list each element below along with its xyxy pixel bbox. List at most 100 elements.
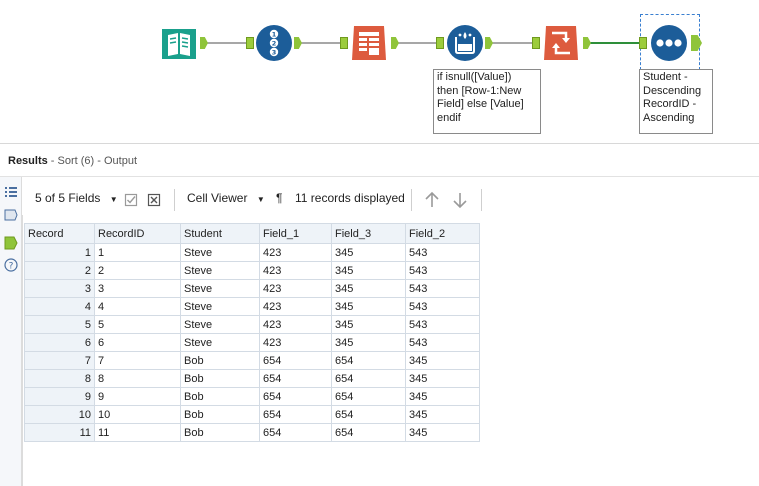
cell-field-1[interactable]: 654 bbox=[259, 351, 332, 370]
cell-record[interactable]: 5 bbox=[24, 315, 95, 334]
cell-student[interactable]: Steve bbox=[180, 261, 260, 280]
help-icon[interactable]: ? bbox=[4, 258, 18, 272]
table-row[interactable]: 5 5 Steve 423 345 543 bbox=[24, 315, 480, 334]
column-header-field-1[interactable]: Field_1 bbox=[259, 223, 332, 244]
input-anchor-icon[interactable] bbox=[4, 208, 18, 222]
table-row[interactable]: 1 1 Steve 423 345 543 bbox=[24, 243, 480, 262]
cell-record[interactable]: 6 bbox=[24, 333, 95, 352]
cell-recordid[interactable]: 5 bbox=[94, 315, 181, 334]
cell-field-1[interactable]: 654 bbox=[259, 369, 332, 388]
cell-record[interactable]: 8 bbox=[24, 369, 95, 388]
column-header-record[interactable]: Record bbox=[24, 223, 95, 244]
column-header-recordid[interactable]: RecordID bbox=[94, 223, 181, 244]
cell-field-1[interactable]: 423 bbox=[259, 243, 332, 262]
cell-field-2[interactable]: 543 bbox=[405, 243, 480, 262]
input-anchor[interactable] bbox=[436, 37, 444, 49]
cell-record[interactable]: 1 bbox=[24, 243, 95, 262]
table-row[interactable]: 4 4 Steve 423 345 543 bbox=[24, 297, 480, 316]
cell-recordid[interactable]: 6 bbox=[94, 333, 181, 352]
cell-record[interactable]: 10 bbox=[24, 405, 95, 424]
cell-field-2[interactable]: 543 bbox=[405, 261, 480, 280]
cell-recordid[interactable]: 2 bbox=[94, 261, 181, 280]
cell-field-2[interactable]: 543 bbox=[405, 279, 480, 298]
cell-field-1[interactable]: 423 bbox=[259, 279, 332, 298]
cell-field-1[interactable]: 423 bbox=[259, 315, 332, 334]
cell-record[interactable]: 9 bbox=[24, 387, 95, 406]
record-id-tool[interactable]: 1 2 3 bbox=[255, 24, 293, 62]
cell-field-2[interactable]: 543 bbox=[405, 315, 480, 334]
cell-field-2[interactable]: 345 bbox=[405, 369, 480, 388]
multi-row-formula-tool[interactable] bbox=[446, 24, 484, 62]
crosstab-tool[interactable] bbox=[350, 24, 388, 62]
cell-record[interactable]: 3 bbox=[24, 279, 95, 298]
cell-recordid[interactable]: 10 bbox=[94, 405, 181, 424]
cell-student[interactable]: Bob bbox=[180, 387, 260, 406]
fields-selector[interactable]: 5 of 5 Fields ▼ bbox=[35, 191, 118, 205]
cell-record[interactable]: 2 bbox=[24, 261, 95, 280]
table-row[interactable]: 2 2 Steve 423 345 543 bbox=[24, 261, 480, 280]
cell-field-2[interactable]: 345 bbox=[405, 423, 480, 442]
cell-field-3[interactable]: 345 bbox=[331, 315, 406, 334]
table-row[interactable]: 3 3 Steve 423 345 543 bbox=[24, 279, 480, 298]
cell-recordid[interactable]: 1 bbox=[94, 243, 181, 262]
checkbox-select-icon[interactable] bbox=[124, 193, 138, 207]
cell-field-3[interactable]: 654 bbox=[331, 405, 406, 424]
cell-field-1[interactable]: 654 bbox=[259, 405, 332, 424]
sort-tool[interactable] bbox=[650, 24, 688, 62]
cell-recordid[interactable]: 9 bbox=[94, 387, 181, 406]
input-anchor[interactable] bbox=[532, 37, 540, 49]
cell-field-1[interactable]: 423 bbox=[259, 333, 332, 352]
cell-recordid[interactable]: 8 bbox=[94, 369, 181, 388]
cell-field-3[interactable]: 654 bbox=[331, 387, 406, 406]
cell-field-2[interactable]: 543 bbox=[405, 333, 480, 352]
input-anchor[interactable] bbox=[340, 37, 348, 49]
cell-student[interactable]: Bob bbox=[180, 423, 260, 442]
cell-student[interactable]: Steve bbox=[180, 297, 260, 316]
results-grid[interactable]: Record RecordID Student Field_1 Field_3 … bbox=[24, 223, 480, 442]
cell-record[interactable]: 11 bbox=[24, 423, 95, 442]
cell-field-3[interactable]: 654 bbox=[331, 423, 406, 442]
cell-student[interactable]: Bob bbox=[180, 405, 260, 424]
cell-field-1[interactable]: 423 bbox=[259, 261, 332, 280]
cell-field-3[interactable]: 345 bbox=[331, 261, 406, 280]
pilcrow-icon[interactable]: ¶ bbox=[276, 191, 282, 205]
cell-field-1[interactable]: 423 bbox=[259, 297, 332, 316]
cell-field-3[interactable]: 345 bbox=[331, 279, 406, 298]
cell-field-3[interactable]: 345 bbox=[331, 297, 406, 316]
cell-field-1[interactable]: 654 bbox=[259, 387, 332, 406]
sort-transpose-tool[interactable] bbox=[542, 24, 580, 62]
input-anchor[interactable] bbox=[639, 37, 647, 49]
cell-field-2[interactable]: 345 bbox=[405, 387, 480, 406]
column-header-field-3[interactable]: Field_3 bbox=[331, 223, 406, 244]
cell-student[interactable]: Bob bbox=[180, 351, 260, 370]
workflow-canvas[interactable]: 1 2 3 if isnull([Value]) then [Row-1:New… bbox=[0, 0, 759, 143]
cell-field-3[interactable]: 345 bbox=[331, 333, 406, 352]
cell-recordid[interactable]: 3 bbox=[94, 279, 181, 298]
cell-student[interactable]: Steve bbox=[180, 333, 260, 352]
table-row[interactable]: 6 6 Steve 423 345 543 bbox=[24, 333, 480, 352]
cell-student[interactable]: Steve bbox=[180, 243, 260, 262]
deselect-icon[interactable] bbox=[147, 193, 161, 207]
cell-field-2[interactable]: 543 bbox=[405, 297, 480, 316]
arrow-up-icon[interactable] bbox=[423, 191, 441, 209]
cell-field-3[interactable]: 654 bbox=[331, 369, 406, 388]
input-data-tool[interactable] bbox=[160, 25, 198, 63]
column-header-field-2[interactable]: Field_2 bbox=[405, 223, 480, 244]
cell-viewer-dropdown[interactable]: Cell Viewer ▼ bbox=[187, 191, 265, 205]
column-header-student[interactable]: Student bbox=[180, 223, 260, 244]
arrow-down-icon[interactable] bbox=[451, 191, 469, 209]
cell-field-3[interactable]: 345 bbox=[331, 243, 406, 262]
table-row[interactable]: 11 11 Bob 654 654 345 bbox=[24, 423, 480, 442]
input-anchor[interactable] bbox=[246, 37, 254, 49]
cell-student[interactable]: Bob bbox=[180, 369, 260, 388]
table-row[interactable]: 9 9 Bob 654 654 345 bbox=[24, 387, 480, 406]
cell-record[interactable]: 7 bbox=[24, 351, 95, 370]
cell-field-2[interactable]: 345 bbox=[405, 351, 480, 370]
cell-field-1[interactable]: 654 bbox=[259, 423, 332, 442]
cell-record[interactable]: 4 bbox=[24, 297, 95, 316]
cell-student[interactable]: Steve bbox=[180, 279, 260, 298]
list-view-icon[interactable] bbox=[4, 185, 18, 199]
cell-recordid[interactable]: 7 bbox=[94, 351, 181, 370]
cell-recordid[interactable]: 11 bbox=[94, 423, 181, 442]
table-row[interactable]: 10 10 Bob 654 654 345 bbox=[24, 405, 480, 424]
